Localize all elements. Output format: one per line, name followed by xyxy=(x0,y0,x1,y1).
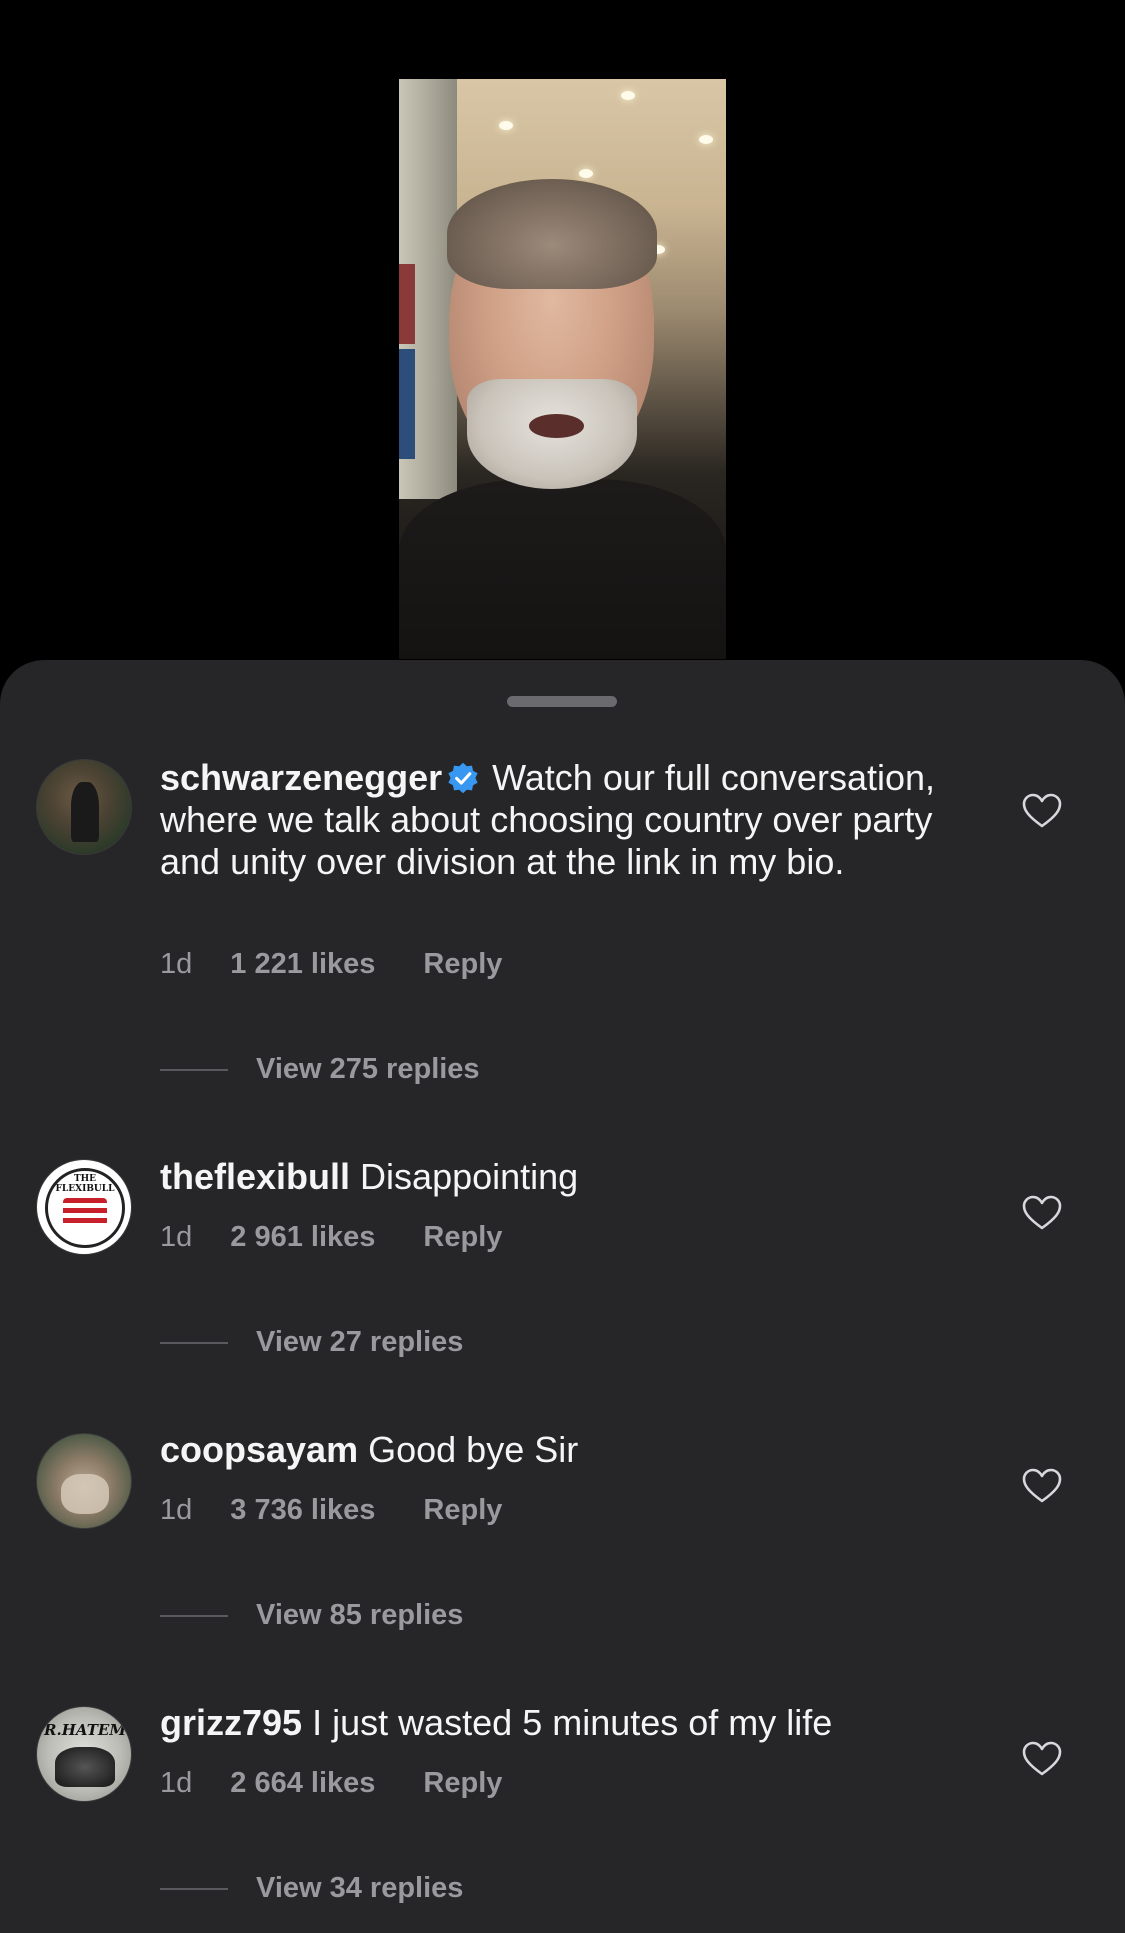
comment-text: Disappointing xyxy=(360,1156,579,1197)
replies-divider-line xyxy=(160,1069,228,1072)
video-ceiling-light xyxy=(699,135,713,144)
replies-divider-line xyxy=(160,1888,228,1891)
view-replies-label: View 275 replies xyxy=(256,1053,480,1085)
video-ceiling-light xyxy=(579,169,593,178)
avatar[interactable]: THE FLEXIBULL xyxy=(36,1159,132,1255)
avatar-logo-text: THE FLEXIBULL xyxy=(55,1174,115,1194)
comment-username[interactable]: coopsayam xyxy=(160,1429,358,1470)
comment-time: 1d xyxy=(160,948,193,980)
comment-meta: 1d 3 736 likes Reply xyxy=(160,1494,502,1527)
view-replies-button[interactable]: View 27 replies xyxy=(160,1326,463,1359)
video-person-hair xyxy=(447,179,657,289)
comment-text-block: theflexibull Disappointing xyxy=(160,1156,940,1198)
sheet-grabber-handle[interactable] xyxy=(507,696,617,707)
comment-meta: 1d 2 961 likes Reply xyxy=(160,1221,502,1254)
heart-outline-icon[interactable] xyxy=(1022,1195,1062,1231)
comment-username[interactable]: grizz795 xyxy=(160,1702,302,1743)
video-player[interactable] xyxy=(0,0,1125,670)
video-ceiling-light xyxy=(499,121,513,130)
video-person-shirt xyxy=(399,479,726,659)
comment-time: 1d xyxy=(160,1494,193,1526)
comment-likes[interactable]: 2 664 likes xyxy=(230,1767,375,1799)
avatar[interactable] xyxy=(36,759,132,855)
avatar[interactable] xyxy=(36,1433,132,1529)
comment-username[interactable]: schwarzenegger xyxy=(160,757,442,798)
video-person-mouth xyxy=(529,414,584,438)
comment-likes[interactable]: 3 736 likes xyxy=(230,1494,375,1526)
comment-likes[interactable]: 2 961 likes xyxy=(230,1221,375,1253)
reply-button[interactable]: Reply xyxy=(423,1767,502,1799)
reply-button[interactable]: Reply xyxy=(423,1494,502,1526)
heart-outline-icon[interactable] xyxy=(1022,793,1062,829)
reply-button[interactable]: Reply xyxy=(423,1221,502,1253)
comment-time: 1d xyxy=(160,1767,193,1799)
comment-time: 1d xyxy=(160,1221,193,1253)
comment-text-block: schwarzenegger Watch our full conversati… xyxy=(160,757,940,883)
avatar[interactable]: R.HATEM xyxy=(36,1706,132,1802)
comment-text: Good bye Sir xyxy=(368,1429,579,1470)
avatar-car xyxy=(55,1747,115,1787)
video-book xyxy=(399,264,415,344)
view-replies-label: View 34 replies xyxy=(256,1872,464,1904)
comment-likes[interactable]: 1 221 likes xyxy=(230,948,375,980)
comment-username[interactable]: theflexibull xyxy=(160,1156,350,1197)
avatar-figure xyxy=(61,1474,109,1514)
view-replies-label: View 27 replies xyxy=(256,1326,464,1358)
avatar-figure xyxy=(71,782,99,842)
replies-divider-line xyxy=(160,1615,228,1618)
replies-divider-line xyxy=(160,1342,228,1345)
comments-sheet: schwarzenegger Watch our full conversati… xyxy=(0,660,1125,1933)
heart-outline-icon[interactable] xyxy=(1022,1468,1062,1504)
comment-text: I just wasted 5 minutes of my life xyxy=(312,1702,833,1743)
reply-button[interactable]: Reply xyxy=(423,948,502,980)
verified-badge-icon xyxy=(448,762,478,794)
video-ceiling-light xyxy=(621,91,635,100)
comment-text-block: grizz795 I just wasted 5 minutes of my l… xyxy=(160,1702,940,1744)
heart-outline-icon[interactable] xyxy=(1022,1741,1062,1777)
video-frame[interactable] xyxy=(399,79,726,659)
view-replies-label: View 85 replies xyxy=(256,1599,464,1631)
comment-meta: 1d 2 664 likes Reply xyxy=(160,1767,502,1800)
avatar-logo-text: R.HATEM xyxy=(44,1721,126,1739)
comment-meta: 1d 1 221 likes Reply xyxy=(160,948,502,981)
video-book xyxy=(399,349,415,459)
comment-text-block: coopsayam Good bye Sir xyxy=(160,1429,940,1471)
avatar-flag xyxy=(63,1198,107,1226)
view-replies-button[interactable]: View 34 replies xyxy=(160,1872,463,1905)
view-replies-button[interactable]: View 85 replies xyxy=(160,1599,463,1632)
view-replies-button[interactable]: View 275 replies xyxy=(160,1053,480,1086)
